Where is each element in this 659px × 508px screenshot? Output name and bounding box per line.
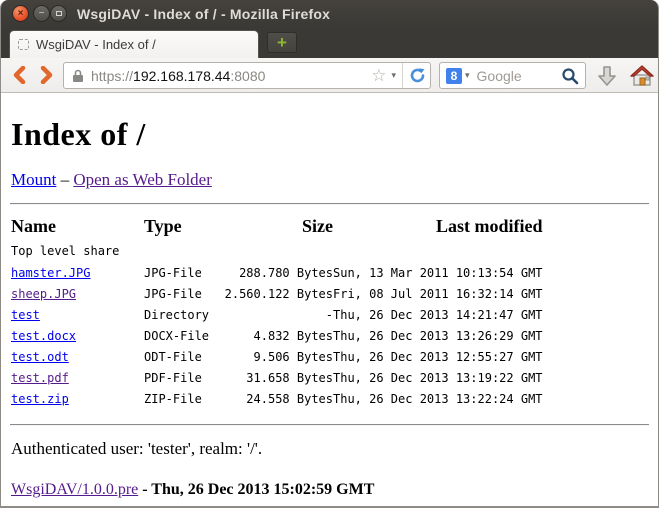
window-close-button[interactable]: × (12, 5, 29, 22)
search-engine-dropdown-icon[interactable]: ▾ (465, 70, 470, 81)
nav-separator: – (56, 170, 73, 189)
table-row: test Directory - Thu, 26 Dec 2013 14:21:… (11, 305, 543, 326)
file-size: 31.658 Bytes (223, 368, 333, 389)
file-modified: Thu, 26 Dec 2013 12:55:27 GMT (333, 347, 543, 368)
table-row: test.docx DOCX-File 4.832 Bytes Thu, 26 … (11, 326, 543, 347)
forward-chevron-icon (40, 66, 54, 84)
file-type: PDF-File (144, 368, 223, 389)
file-modified: Thu, 26 Dec 2013 13:22:24 GMT (333, 389, 543, 410)
maximize-icon (56, 11, 62, 16)
mount-link[interactable]: Mount (11, 170, 56, 189)
home-button[interactable] (629, 64, 655, 88)
file-size: - (223, 305, 333, 326)
forward-button[interactable] (35, 64, 59, 86)
bottom-divider (10, 424, 649, 426)
page-nav-links: Mount – Open as Web Folder (11, 170, 649, 190)
table-row: hamster.JPG JPG-File 288.780 Bytes Sun, … (11, 263, 543, 284)
table-row: test.pdf PDF-File 31.658 Bytes Thu, 26 D… (11, 368, 543, 389)
back-button[interactable] (7, 64, 31, 86)
file-size: 288.780 Bytes (223, 263, 333, 284)
tab-label: WsgiDAV - Index of / (36, 37, 156, 52)
search-input[interactable]: Google (477, 68, 561, 84)
reload-button[interactable] (402, 63, 426, 88)
file-link[interactable]: test (11, 308, 40, 322)
url-host: 192.168.178.44 (133, 68, 230, 84)
download-arrow-icon (595, 64, 619, 88)
file-modified: Thu, 26 Dec 2013 14:21:47 GMT (333, 305, 543, 326)
open-as-web-folder-link[interactable]: Open as Web Folder (73, 170, 212, 189)
url-scheme: https:// (91, 68, 133, 84)
auth-status-text: Authenticated user: 'tester', realm: '/'… (11, 439, 649, 459)
navigation-toolbar: https://192.168.178.44:8080 ☆ ▾ 8 ▾ Goog… (1, 58, 658, 93)
file-modified: Thu, 26 Dec 2013 13:26:29 GMT (333, 326, 543, 347)
wsgidav-version-link[interactable]: WsgiDAV/1.0.0.pre (11, 481, 138, 498)
file-type: JPG-File (144, 263, 223, 284)
file-table-body: Top level share hamster.JPG JPG-File 288… (11, 242, 543, 410)
file-type: ODT-File (144, 347, 223, 368)
tab-wsgidav[interactable]: WsgiDAV - Index of / (9, 30, 259, 58)
new-tab-button[interactable]: + (267, 32, 297, 53)
file-link[interactable]: test.docx (11, 329, 76, 343)
column-header-type: Type (144, 214, 223, 242)
url-text[interactable]: https://192.168.178.44:8080 (91, 68, 369, 84)
lock-icon (72, 69, 84, 83)
share-label-row: Top level share (11, 242, 543, 263)
column-header-modified: Last modified (333, 214, 543, 242)
top-divider (10, 203, 649, 205)
file-size: 4.832 Bytes (223, 326, 333, 347)
file-type: Directory (144, 305, 223, 326)
search-box[interactable]: 8 ▾ Google (439, 62, 586, 89)
home-icon (629, 64, 655, 88)
bookmark-star-icon[interactable]: ☆ (371, 66, 386, 86)
column-header-name: Name (11, 214, 144, 242)
server-timestamp: - Thu, 26 Dec 2013 15:02:59 GMT (138, 481, 374, 498)
share-label: Top level share (11, 242, 543, 263)
window-titlebar[interactable]: × − WsgiDAV - Index of / - Mozilla Firef… (1, 0, 658, 28)
file-link[interactable]: test.zip (11, 392, 69, 406)
downloads-button[interactable] (595, 64, 619, 88)
url-port: :8080 (230, 68, 265, 84)
table-header-row: Name Type Size Last modified (11, 214, 543, 242)
server-footer: WsgiDAV/1.0.0.pre - Thu, 26 Dec 2013 15:… (11, 481, 649, 499)
file-type: DOCX-File (144, 326, 223, 347)
google-logo-icon: 8 (446, 68, 462, 84)
file-modified: Fri, 08 Jul 2011 16:32:14 GMT (333, 284, 543, 305)
table-row: test.zip ZIP-File 24.558 Bytes Thu, 26 D… (11, 389, 543, 410)
file-type: JPG-File (144, 284, 223, 305)
tab-strip: WsgiDAV - Index of / + (1, 28, 658, 58)
file-link[interactable]: hamster.JPG (11, 266, 90, 280)
favicon-placeholder-icon (18, 39, 29, 50)
file-size: 24.558 Bytes (223, 389, 333, 410)
url-bar[interactable]: https://192.168.178.44:8080 ☆ ▾ (63, 62, 431, 89)
file-size: 2.560.122 Bytes (223, 284, 333, 305)
table-row: sheep.JPG JPG-File 2.560.122 Bytes Fri, … (11, 284, 543, 305)
file-modified: Thu, 26 Dec 2013 13:19:22 GMT (333, 368, 543, 389)
file-modified: Sun, 13 Mar 2011 10:13:54 GMT (333, 263, 543, 284)
column-header-size: Size (223, 214, 333, 242)
browser-window: × − WsgiDAV - Index of / - Mozilla Firef… (0, 0, 659, 508)
file-link[interactable]: sheep.JPG (11, 287, 76, 301)
file-link[interactable]: test.pdf (11, 371, 69, 385)
file-type: ZIP-File (144, 389, 223, 410)
back-chevron-icon (12, 66, 26, 84)
urlbar-dropdown-icon[interactable]: ▾ (391, 70, 396, 81)
table-row: test.odt ODT-File 9.506 Bytes Thu, 26 De… (11, 347, 543, 368)
reload-icon (409, 67, 426, 84)
file-table: Name Type Size Last modified Top level s… (11, 214, 543, 410)
file-size: 9.506 Bytes (223, 347, 333, 368)
search-magnifier-icon[interactable] (561, 67, 579, 85)
page-title: Index of / (11, 116, 649, 153)
page-content: Index of / Mount – Open as Web Folder Na… (1, 94, 658, 506)
window-title: WsgiDAV - Index of / - Mozilla Firefox (77, 6, 330, 22)
file-link[interactable]: test.odt (11, 350, 69, 364)
window-minimize-button[interactable]: − (33, 5, 50, 22)
window-maximize-button[interactable] (50, 5, 67, 22)
